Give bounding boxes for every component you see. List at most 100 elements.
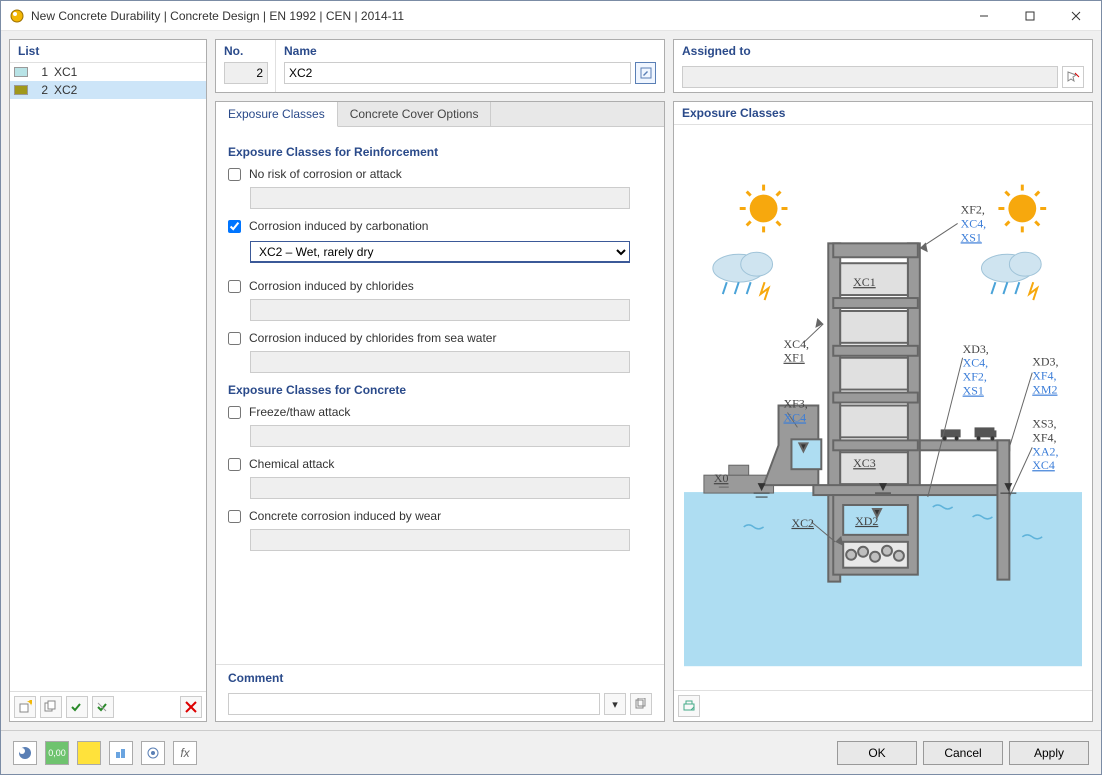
checkbox[interactable] [228,510,241,523]
checkbox[interactable] [228,280,241,293]
svg-text:XC4,: XC4, [961,216,987,230]
list-toolbar: ✦ [10,691,206,721]
check-carbonation[interactable]: Corrosion induced by carbonation [228,219,652,233]
diagram-header: Exposure Classes [674,102,1092,125]
tab-exposure[interactable]: Exposure Classes [216,102,338,127]
svg-text:XD2: XD2 [855,514,878,528]
window-title: New Concrete Durability | Concrete Desig… [31,9,961,23]
window-controls [961,1,1099,30]
function-icon[interactable]: fx [173,741,197,765]
comment-library-icon[interactable] [630,693,652,715]
check-chemical[interactable]: Chemical attack [228,457,652,471]
list-row[interactable]: 2 XC2 [10,81,206,99]
minimize-button[interactable] [961,1,1007,30]
svg-text:XF2,: XF2, [961,202,985,216]
apply-button[interactable]: Apply [1009,741,1089,765]
svg-text:XF4,: XF4, [1032,430,1056,444]
no-label: No. [224,44,267,58]
titlebar: New Concrete Durability | Concrete Desig… [1,1,1101,31]
exposure-diagram: XC1 XC3 XD2 XC4, XF1 XF3, XC4 X0 XC2 XF2… [684,135,1082,680]
check-all-icon[interactable] [66,696,88,718]
form-panel: Exposure Classes Concrete Cover Options … [215,101,665,722]
assigned-input[interactable] [682,66,1058,88]
list-row[interactable]: 1 XC1 [10,63,206,81]
svg-text:XC2: XC2 [791,516,814,530]
checkbox[interactable] [228,332,241,345]
color-swatch [14,67,28,77]
section-reinforcement: Exposure Classes for Reinforcement [228,145,652,159]
svg-text:XC1: XC1 [853,275,876,289]
dialog-window: New Concrete Durability | Concrete Desig… [0,0,1102,775]
comment-dropdown-icon[interactable]: ▾ [604,693,626,715]
svg-text:XC4: XC4 [1032,458,1055,472]
content-row: Exposure Classes Concrete Cover Options … [215,101,1093,722]
list-panel: List 1 XC1 2 XC2 ✦ [9,39,207,722]
diagram-panel: Exposure Classes [673,101,1093,722]
model-icon[interactable] [109,741,133,765]
svg-text:XC4: XC4 [784,410,807,424]
comment-label: Comment [228,671,652,685]
comment-area: Comment ▾ [216,664,664,721]
check-no-risk[interactable]: No risk of corrosion or attack [228,167,652,181]
assigned-panel: Assigned to [673,39,1093,93]
maximize-button[interactable] [1007,1,1053,30]
no-input[interactable] [224,62,268,84]
list-num: 2 [32,83,48,97]
no-column: No. [216,40,276,92]
top-row: No. Name Assigned to [215,39,1093,93]
checkbox[interactable] [228,168,241,181]
select-freeze [250,425,630,447]
name-input[interactable] [284,62,631,84]
name-edit-button[interactable] [635,62,656,84]
select-chlorides [250,299,630,321]
checkbox[interactable] [228,220,241,233]
section-concrete: Exposure Classes for Concrete [228,383,652,397]
svg-text:XF2,: XF2, [963,370,987,384]
view-icon[interactable] [141,741,165,765]
checkbox[interactable] [228,406,241,419]
svg-text:✦: ✦ [26,700,32,709]
comment-input[interactable] [228,693,600,715]
uncheck-all-icon[interactable] [92,696,114,718]
new-icon[interactable]: ✦ [14,696,36,718]
svg-text:XS1: XS1 [963,384,984,398]
footer: 0,00 fx OK Cancel Apply [1,730,1101,774]
no-name-panel: No. Name [215,39,665,93]
check-freeze[interactable]: Freeze/thaw attack [228,405,652,419]
name-label: Name [284,44,656,58]
list-name: XC2 [54,83,77,97]
list-body: 1 XC1 2 XC2 [10,63,206,691]
check-chlorides[interactable]: Corrosion induced by chlorides [228,279,652,293]
name-column: Name [276,40,664,92]
checkbox[interactable] [228,458,241,471]
close-button[interactable] [1053,1,1099,30]
list-num: 1 [32,65,48,79]
svg-text:X0: X0 [714,471,729,485]
ok-button[interactable]: OK [837,741,917,765]
svg-text:XS3,: XS3, [1032,416,1056,430]
select-carbonation[interactable]: XC2 – Wet, rarely dry [250,241,630,263]
assigned-pick-button[interactable] [1062,66,1084,88]
help-icon[interactable] [13,741,37,765]
tab-cover[interactable]: Concrete Cover Options [338,102,492,126]
units-icon[interactable]: 0,00 [45,741,69,765]
check-wear[interactable]: Concrete corrosion induced by wear [228,509,652,523]
diagram-print-icon[interactable] [678,695,700,717]
right-column: No. Name Assigned to [215,39,1093,722]
delete-icon[interactable] [180,696,202,718]
svg-text:XA2,: XA2, [1032,444,1058,458]
svg-text:XD3,: XD3, [1032,355,1058,369]
tabs: Exposure Classes Concrete Cover Options [216,102,664,127]
cancel-button[interactable]: Cancel [923,741,1003,765]
main-area: List 1 XC1 2 XC2 ✦ [1,31,1101,730]
list-name: XC1 [54,65,77,79]
assigned-label: Assigned to [682,44,1084,58]
copy-icon[interactable] [40,696,62,718]
diagram-toolbar [674,690,1092,721]
list-header: List [10,40,206,63]
app-icon [9,8,25,24]
svg-text:XC3: XC3 [853,456,876,470]
color-icon[interactable] [77,741,101,765]
check-sea-chlorides[interactable]: Corrosion induced by chlorides from sea … [228,331,652,345]
select-wear [250,529,630,551]
